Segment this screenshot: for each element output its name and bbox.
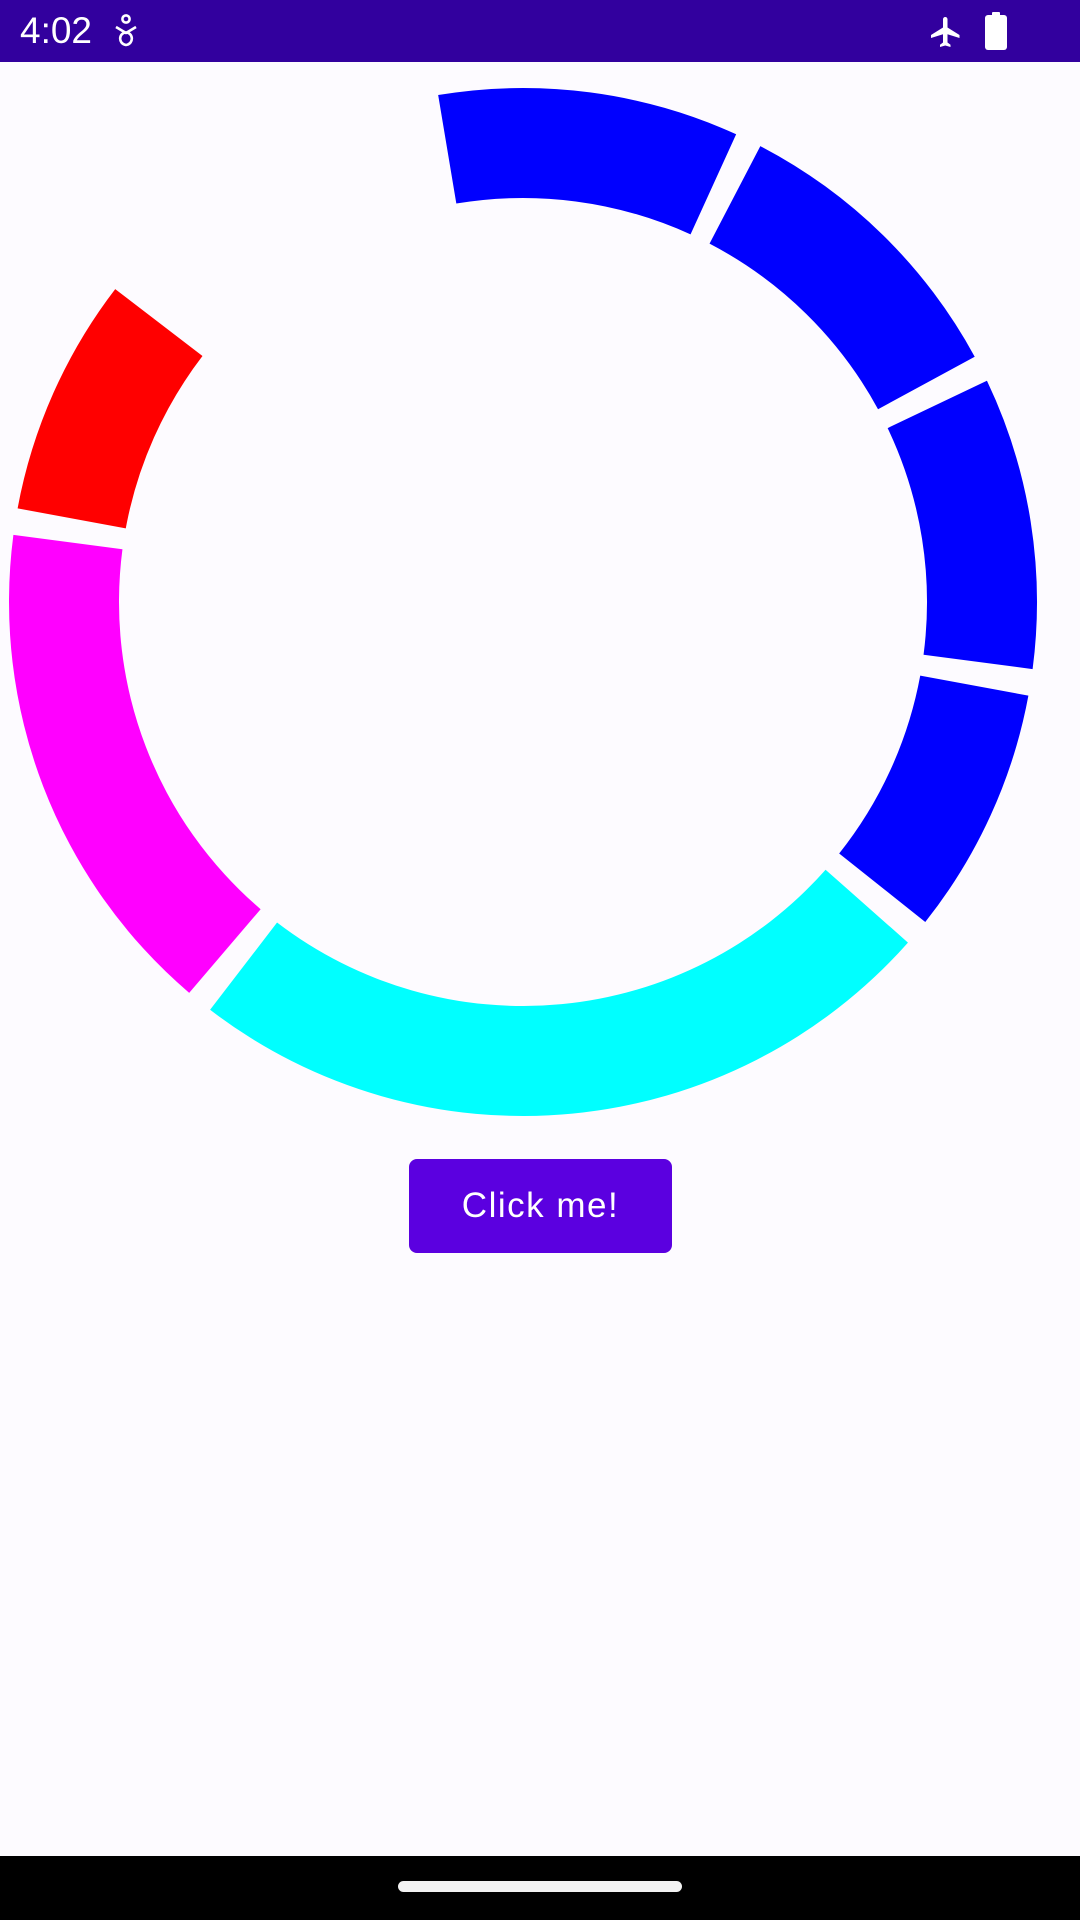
- airplane-mode-icon: [931, 17, 960, 47]
- battery-icon: [985, 12, 1007, 50]
- segmented-ring-chart: [8, 88, 1037, 1116]
- ring-segment-6: [8, 534, 261, 993]
- ring-segment-2: [709, 146, 975, 410]
- accessibility-icon: [115, 14, 137, 47]
- status-bar: 4:02: [0, 0, 1080, 62]
- ring-segment-3: [887, 380, 1037, 670]
- segmented-ring: [0, 62, 1080, 1122]
- app-screen: 4:02 Click me!: [0, 0, 1080, 1920]
- ring-segment-5: [210, 869, 908, 1116]
- home-gesture-handle[interactable]: [398, 1881, 682, 1892]
- status-time: 4:02: [20, 10, 93, 51]
- click-me-button[interactable]: Click me!: [409, 1159, 672, 1253]
- ring-segment-1: [438, 88, 737, 235]
- ring-segment-7: [17, 289, 203, 529]
- ring-segment-4: [839, 675, 1029, 922]
